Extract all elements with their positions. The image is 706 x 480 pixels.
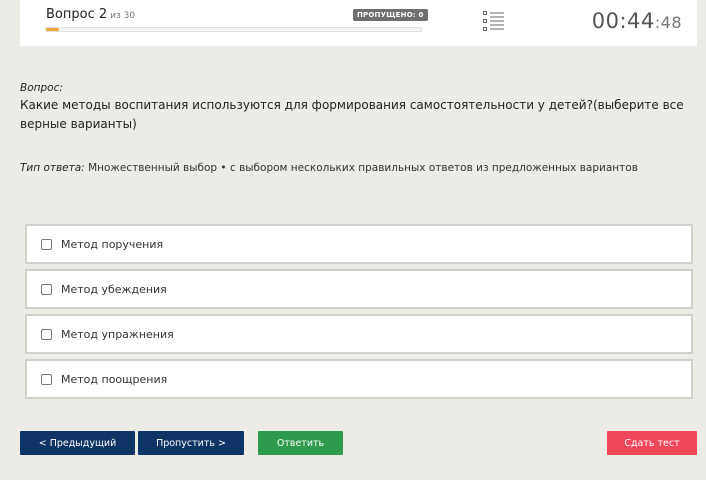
option-2[interactable]: Метод убеждения xyxy=(25,269,693,309)
checkbox[interactable] xyxy=(41,328,52,340)
answer-options: Метод поручения Метод убеждения Метод уп… xyxy=(25,224,693,404)
option-label: Метод упражнения xyxy=(61,327,174,341)
answer-type-value: Множественный выбор • с выбором нескольк… xyxy=(88,162,638,174)
option-label: Метод убеждения xyxy=(61,282,167,296)
timer-seconds: 48 xyxy=(660,13,682,32)
checkbox[interactable] xyxy=(41,238,52,250)
progress-bar xyxy=(45,27,422,32)
option-label: Метод поручения xyxy=(61,237,164,251)
timer-main: 00:44 xyxy=(591,9,655,33)
skip-button[interactable]: Пропустить > xyxy=(138,431,244,455)
checkbox[interactable] xyxy=(41,283,52,295)
submit-test-button[interactable]: Сдать тест xyxy=(607,431,697,455)
question-text: Какие методы воспитания используются для… xyxy=(20,98,684,131)
question-number: Вопрос 2 xyxy=(46,7,108,22)
question-total: из 30 xyxy=(110,11,136,21)
answer-button[interactable]: Ответить xyxy=(258,431,343,455)
option-1[interactable]: Метод поручения xyxy=(25,224,693,264)
question-counter: Вопрос 2 из 30 xyxy=(46,7,135,22)
timer: 00:44:48 xyxy=(592,9,682,33)
checkbox[interactable] xyxy=(41,373,52,385)
question-label: Вопрос: xyxy=(20,82,63,94)
option-4[interactable]: Метод поощрения xyxy=(25,359,693,399)
option-label: Метод поощрения xyxy=(61,372,168,386)
progress-fill xyxy=(46,28,59,31)
list-icon[interactable] xyxy=(482,10,506,32)
option-3[interactable]: Метод упражнения xyxy=(25,314,693,354)
top-bar: Вопрос 2 из 30 ПРОПУЩЕНО: 0 00:44:48 xyxy=(20,0,697,46)
question-block: Вопрос: Какие методы воспитания использу… xyxy=(20,82,690,134)
answer-type: Тип ответа: Множественный выбор • с выбо… xyxy=(20,162,700,174)
previous-button[interactable]: < Предыдущий xyxy=(20,431,135,455)
skipped-badge: ПРОПУЩЕНО: 0 xyxy=(353,9,428,21)
answer-type-label: Тип ответа: xyxy=(20,162,85,174)
